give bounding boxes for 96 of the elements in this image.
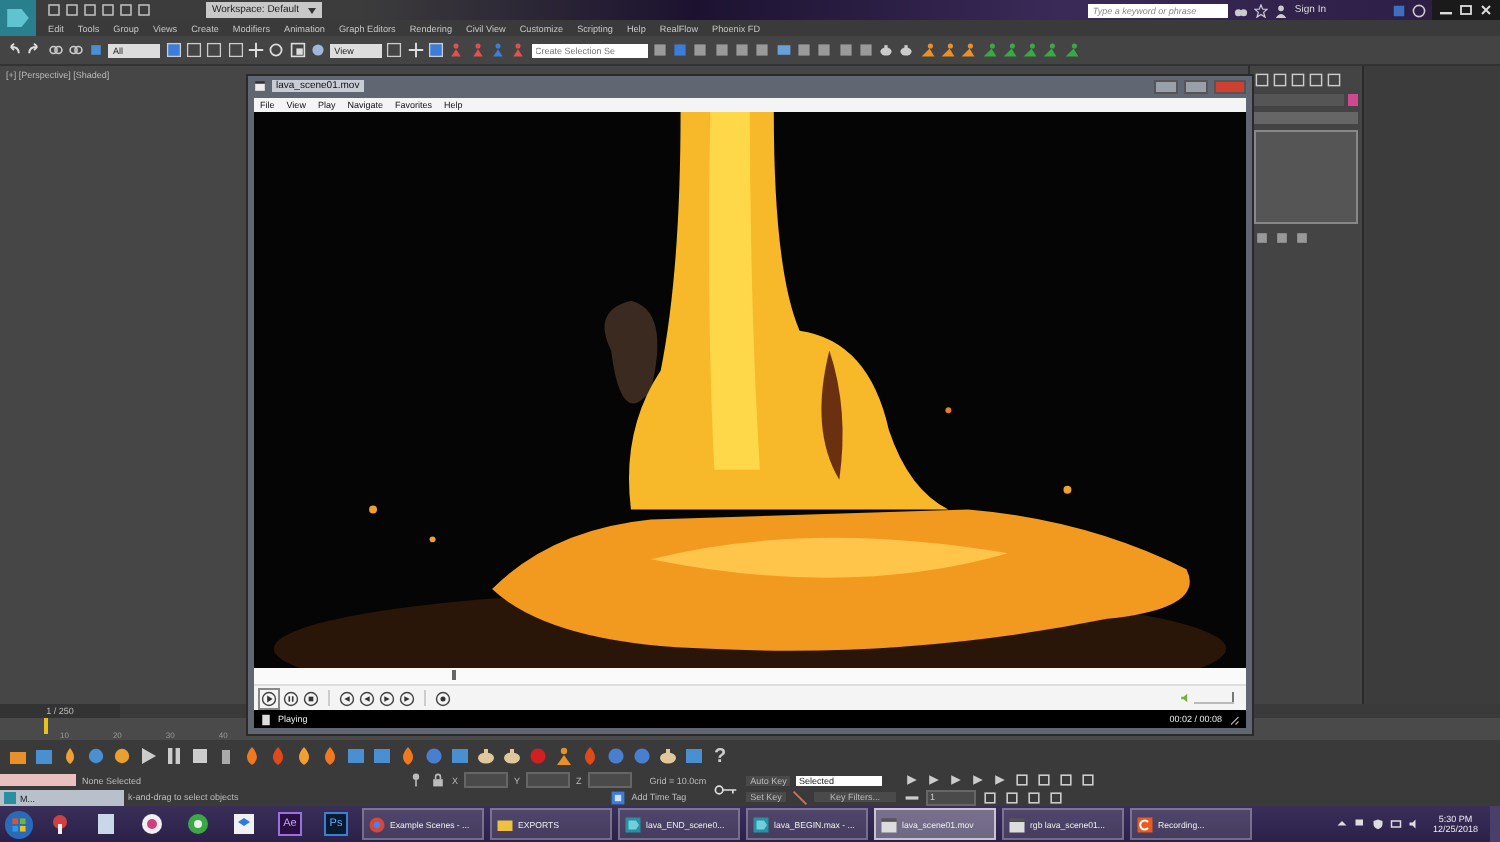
flame-icon[interactable]	[60, 746, 80, 766]
play-button[interactable]	[258, 687, 280, 710]
speaker-icon[interactable]	[1408, 818, 1421, 830]
coordinate-field[interactable]	[526, 772, 571, 789]
sphere-icon[interactable]	[309, 42, 326, 58]
user-icon[interactable]	[1274, 3, 1289, 17]
figure-icon[interactable]	[1001, 42, 1018, 58]
start-button[interactable]	[4, 809, 34, 839]
volume-handle[interactable]	[1231, 692, 1234, 703]
square-icon[interactable]	[227, 42, 244, 58]
pause-button[interactable]	[282, 689, 300, 708]
film-icon	[254, 80, 266, 93]
stop-button[interactable]	[302, 689, 320, 708]
restore-icon[interactable]	[1458, 2, 1474, 18]
app-logo-icon	[4, 792, 16, 804]
square-icon[interactable]	[795, 42, 812, 58]
recorder-icon	[1136, 815, 1154, 833]
figure-icon[interactable]	[939, 42, 956, 58]
square-icon[interactable]	[165, 42, 182, 58]
time-tag-icon[interactable]	[609, 789, 626, 806]
elephant-icon[interactable]	[186, 812, 210, 836]
sphere-icon[interactable]	[424, 746, 444, 766]
figure-icon[interactable]	[554, 746, 574, 766]
document-icon[interactable]	[94, 812, 118, 836]
figure-icon[interactable]	[448, 42, 465, 58]
figure-icon[interactable]	[469, 42, 486, 58]
key-icon[interactable]	[714, 781, 739, 797]
move-icon[interactable]	[247, 42, 264, 58]
app-logo-icon	[752, 815, 770, 833]
flag-icon[interactable]	[1354, 818, 1367, 830]
record-button[interactable]	[434, 689, 452, 708]
redo-icon[interactable]	[26, 42, 43, 58]
document-icon	[260, 713, 272, 726]
speaker-icon	[1180, 692, 1192, 705]
coordinate-field[interactable]	[464, 772, 509, 789]
square-icon[interactable]	[186, 42, 203, 58]
volume-slider[interactable]	[1194, 692, 1234, 705]
move-icon[interactable]	[407, 42, 424, 58]
rewind-button[interactable]	[338, 689, 356, 708]
pin-icon[interactable]	[408, 772, 424, 789]
square-icon[interactable]	[837, 42, 853, 58]
shield-icon[interactable]	[1372, 818, 1385, 830]
trash-icon[interactable]	[216, 746, 236, 766]
lock-icon[interactable]	[430, 772, 446, 789]
figure-icon[interactable]	[510, 42, 527, 58]
square-icon[interactable]	[386, 42, 403, 58]
music-icon[interactable]	[140, 812, 164, 836]
star-icon[interactable]	[1254, 3, 1269, 17]
square-icon[interactable]	[754, 42, 771, 58]
caret-icon	[308, 7, 316, 13]
tray-icon[interactable]	[1336, 818, 1349, 830]
film-icon	[1008, 815, 1026, 833]
pencil-icon[interactable]	[791, 789, 808, 806]
rewind-button[interactable]	[358, 689, 376, 708]
close-icon[interactable]	[1478, 2, 1494, 18]
undo-icon[interactable]	[6, 42, 22, 58]
minimize-button[interactable]	[1154, 79, 1178, 94]
figure-icon[interactable]	[919, 42, 936, 58]
square-icon[interactable]	[734, 42, 751, 58]
color-swatch[interactable]	[1348, 94, 1358, 106]
film-icon	[880, 815, 898, 833]
scale-icon[interactable]	[289, 42, 306, 58]
help-icon[interactable]	[1412, 3, 1426, 17]
figure-icon[interactable]	[960, 42, 977, 58]
exchange-icon[interactable]	[1392, 3, 1406, 17]
forward-button[interactable]	[378, 689, 396, 708]
forward-button[interactable]	[398, 689, 416, 708]
flame-icon[interactable]	[580, 746, 600, 766]
figure-icon[interactable]	[981, 42, 998, 58]
folder-icon	[496, 815, 514, 833]
help-button[interactable]: ?	[714, 745, 727, 767]
square-icon[interactable]	[713, 42, 730, 58]
maximize-button[interactable]	[1184, 79, 1208, 94]
square-icon[interactable]	[206, 42, 223, 58]
figure-icon[interactable]	[1022, 42, 1039, 58]
resize-grip-icon[interactable]	[1228, 713, 1240, 726]
flame-icon[interactable]	[398, 746, 418, 766]
figure-icon[interactable]	[1063, 42, 1080, 58]
square-icon[interactable]	[692, 42, 709, 58]
script-listener-field[interactable]	[0, 774, 76, 787]
square-icon[interactable]	[857, 42, 874, 58]
app-logo-icon	[624, 815, 642, 833]
pause-icon[interactable]	[164, 746, 184, 766]
seek-handle[interactable]	[452, 670, 457, 681]
network-icon[interactable]	[1390, 818, 1403, 830]
figure-icon[interactable]	[1042, 42, 1059, 58]
binoculars-icon[interactable]	[1234, 3, 1249, 17]
square-icon[interactable]	[651, 42, 668, 58]
name-field[interactable]	[1254, 94, 1344, 106]
square-icon[interactable]	[816, 42, 833, 58]
square-icon[interactable]	[428, 42, 445, 58]
browser-icon	[368, 815, 386, 833]
stop-icon[interactable]	[190, 746, 210, 766]
coordinate-field[interactable]	[587, 772, 632, 789]
rotate-icon[interactable]	[268, 42, 285, 58]
play-icon[interactable]	[138, 746, 158, 766]
